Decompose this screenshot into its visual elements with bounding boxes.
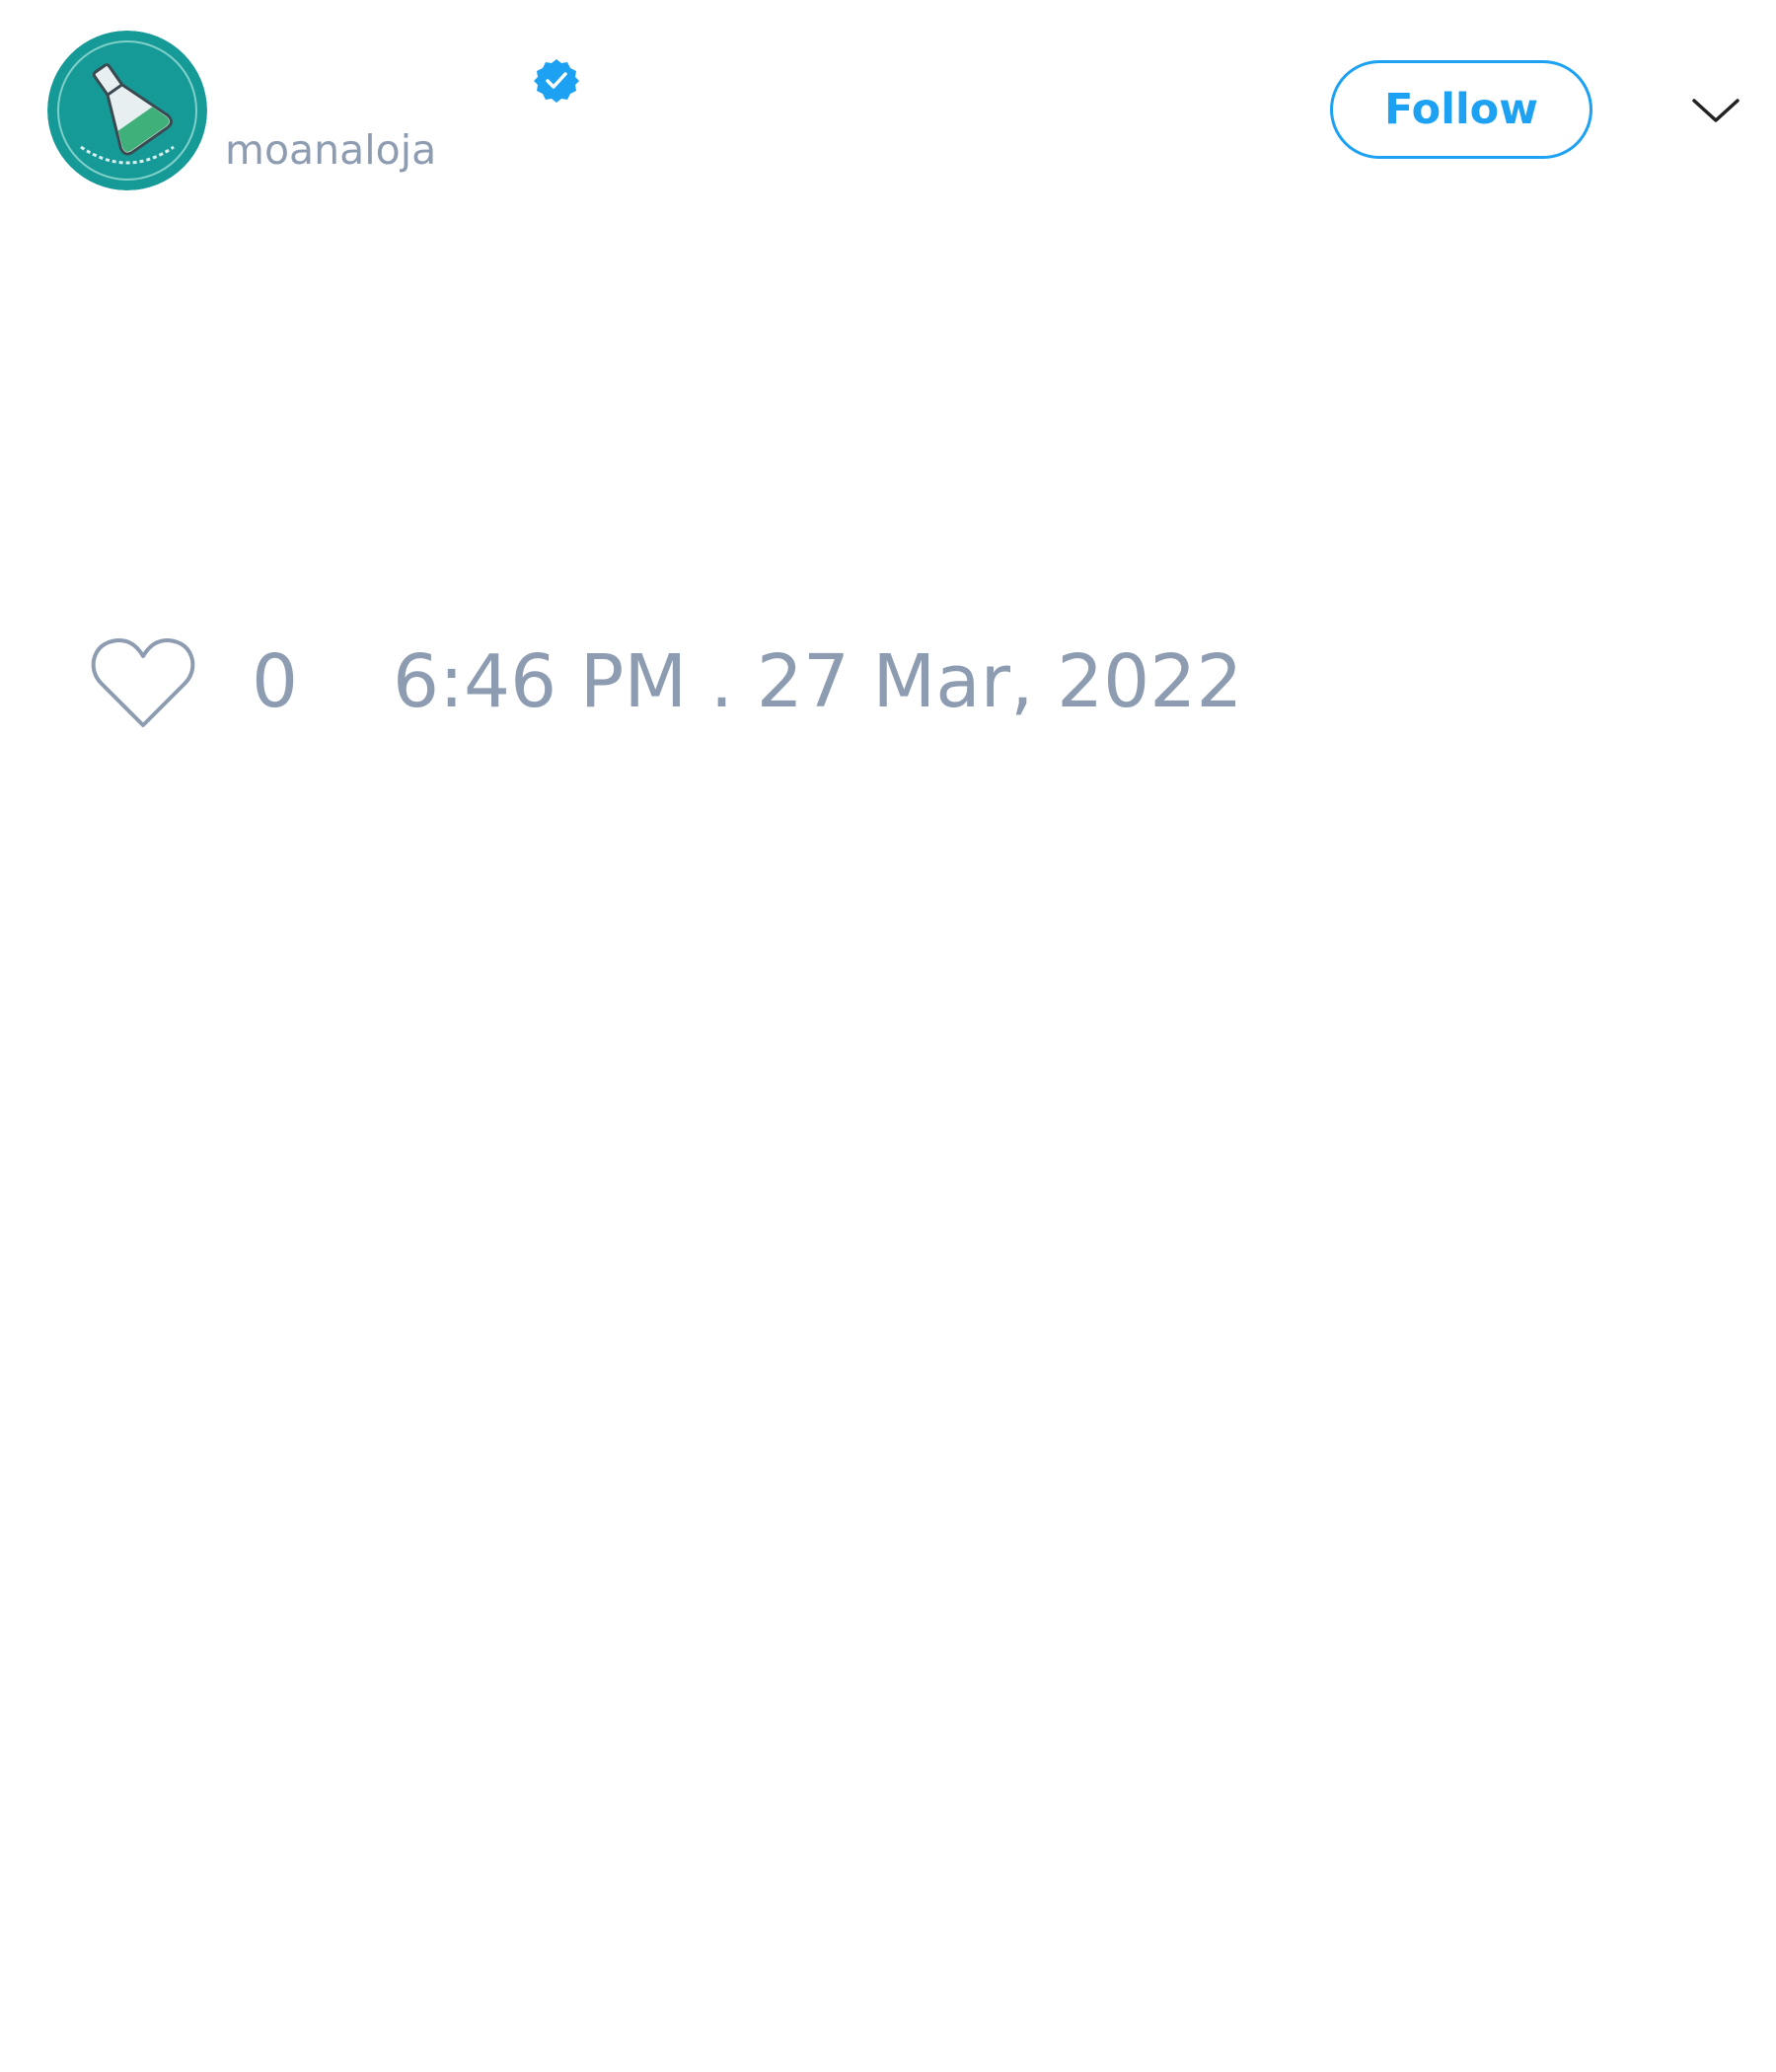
tweet-actions: 0 6:46 PM . 27 Mar, 2022 bbox=[0, 622, 1776, 740]
timestamp[interactable]: 6:46 PM . 27 Mar, 2022 bbox=[393, 639, 1242, 724]
flask-logo-icon bbox=[47, 31, 207, 190]
author-handle[interactable]: moanaloja bbox=[225, 125, 436, 175]
verified-badge-icon bbox=[533, 57, 580, 105]
avatar[interactable] bbox=[47, 31, 207, 190]
heart-icon[interactable] bbox=[90, 636, 196, 731]
follow-button[interactable]: Follow bbox=[1330, 60, 1592, 159]
chevron-down-icon[interactable] bbox=[1691, 91, 1740, 130]
like-count: 0 bbox=[252, 639, 299, 724]
